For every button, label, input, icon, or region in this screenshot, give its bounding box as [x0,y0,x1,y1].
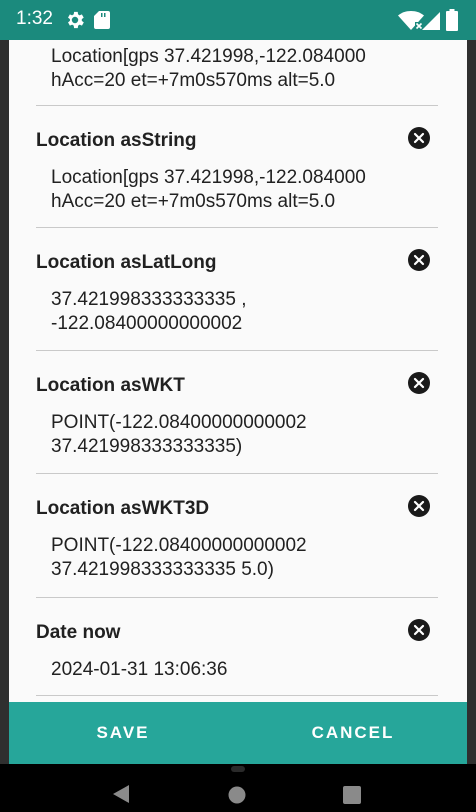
signal-icon [422,12,440,30]
recents-icon[interactable] [343,786,361,804]
cancel-button[interactable]: CANCEL [273,702,433,764]
list-item: Location asString Location[gps 37.421998… [36,106,438,228]
scroll-handle [231,766,245,772]
item-title: Location asWKT3D [36,498,210,519]
status-time: 1:32 [16,8,53,29]
navigation-bar [0,764,476,812]
save-button[interactable]: SAVE [49,702,197,764]
back-icon[interactable] [112,784,130,804]
item-title: Date now [36,622,121,643]
remove-icon[interactable] [408,249,430,271]
list-item: Location asWKT3D POINT(-122.084000000000… [36,474,438,598]
gear-icon [68,11,84,29]
dialog-button-bar: SAVE CANCEL [9,702,467,764]
item-value: 37.421998333333335 , -122.08400000000002 [51,289,247,334]
battery-icon [446,9,458,31]
item-title: Location asWKT [36,375,185,396]
item-value: Location[gps 37.421998,-122.084000 hAcc=… [51,167,366,212]
list-item: Location asWKT POINT(-122.08400000000002… [36,351,438,474]
item-value: POINT(-122.08400000000002 37.42199833333… [51,535,307,580]
list-item: Location asLatLong 37.421998333333335 , … [36,228,438,351]
item-value: 2024-01-31 13:06:36 [51,659,228,680]
dialog: Location[gps 37.421998,-122.084000 hAcc=… [9,40,467,764]
remove-icon[interactable] [408,372,430,394]
remove-icon[interactable] [408,495,430,517]
item-value: POINT(-122.08400000000002 37.42199833333… [51,412,307,457]
item-title: Location asString [36,130,197,151]
home-icon[interactable] [228,786,246,804]
sd-card-icon [94,11,110,29]
remove-icon[interactable] [408,619,430,641]
list-item: Date now 2024-01-31 13:06:36 [36,598,438,696]
item-value: Location[gps 37.421998,-122.084000 hAcc=… [51,46,366,91]
status-bar: 1:32 [0,0,476,40]
remove-icon[interactable] [408,127,430,149]
item-title: Location asLatLong [36,252,217,273]
phone-screen: 1:32 Location[gps 37.421998,-122.084000 … [0,0,476,812]
list-item: Location[gps 37.421998,-122.084000 hAcc=… [36,40,438,106]
wifi-icon [398,11,424,31]
